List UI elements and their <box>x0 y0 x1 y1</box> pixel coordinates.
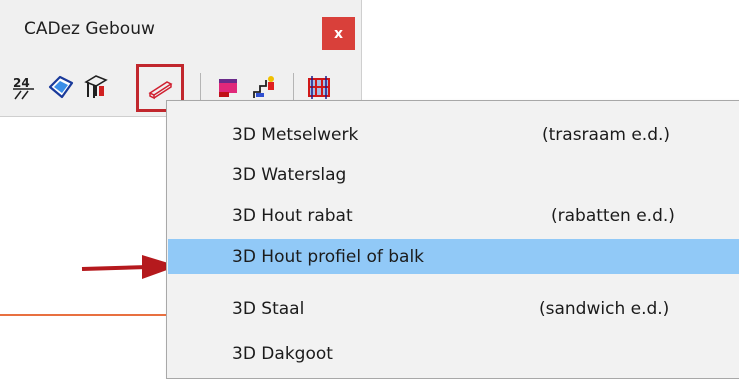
menu-item-dakgoot[interactable]: 3D Dakgoot <box>168 336 739 371</box>
svg-text:24: 24 <box>13 76 30 90</box>
menu-item-metselwerk[interactable]: 3D Metselwerk (trasraam e.d.) <box>168 117 739 152</box>
drawing-line <box>0 314 166 316</box>
menu-item-waterslag[interactable]: 3D Waterslag <box>168 157 739 192</box>
stair-person-icon[interactable] <box>250 72 280 102</box>
menu-item-hint: (rabatten e.d.) <box>551 206 675 226</box>
toolbar-separator <box>293 73 294 101</box>
menu-item-hint: (sandwich e.d.) <box>539 299 670 319</box>
menu-item-label: 3D Dakgoot <box>232 344 333 364</box>
annotation-arrow-icon <box>81 255 178 279</box>
menu-item-hout-rabat[interactable]: 3D Hout rabat (rabatten e.d.) <box>168 198 739 233</box>
dimension-24-icon[interactable]: 24 <box>10 72 40 102</box>
grid-frame-icon[interactable] <box>304 72 334 102</box>
cushion-icon[interactable] <box>46 72 76 102</box>
frame-tool-icon[interactable] <box>80 72 110 102</box>
close-button[interactable]: x <box>322 17 355 50</box>
menu-item-label: 3D Staal <box>232 299 305 319</box>
toolbar-separator <box>200 73 201 101</box>
menu-item-staal[interactable]: 3D Staal (sandwich e.d.) <box>168 291 739 326</box>
dropdown-menu: 3D Metselwerk (trasraam e.d.) 3D Watersl… <box>166 100 739 379</box>
pink-block-icon[interactable] <box>214 72 244 102</box>
menu-item-label: 3D Hout profiel of balk <box>232 247 425 267</box>
menu-item-label: 3D Metselwerk <box>232 125 359 145</box>
title-bar[interactable]: CADez Gebouw x <box>0 0 361 56</box>
window-title: CADez Gebouw <box>24 19 155 39</box>
menu-item-label: 3D Waterslag <box>232 165 347 185</box>
menu-item-hout-profiel-of-balk[interactable]: 3D Hout profiel of balk <box>168 239 739 274</box>
menu-item-label: 3D Hout rabat <box>232 206 353 226</box>
menu-item-hint: (trasraam e.d.) <box>542 125 671 145</box>
